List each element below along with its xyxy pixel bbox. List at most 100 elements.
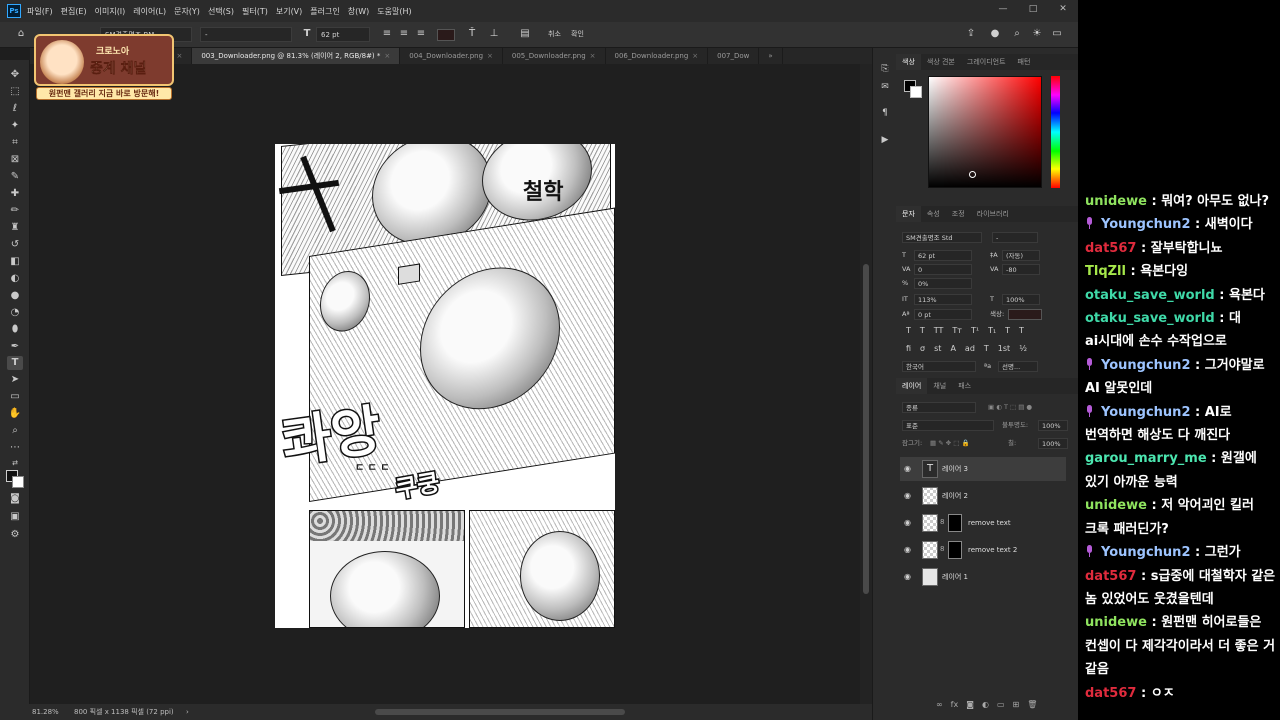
- opacity-field[interactable]: 100%: [1038, 420, 1068, 431]
- eraser-tool-icon[interactable]: ◧: [7, 255, 23, 269]
- chat-username[interactable]: unidewe: [1085, 194, 1147, 209]
- warp-text-icon[interactable]: Ť: [465, 27, 479, 41]
- tab-libraries[interactable]: 라이브러리: [971, 206, 1015, 222]
- close-button[interactable]: ✕: [1048, 0, 1078, 20]
- color-field[interactable]: [928, 76, 1042, 188]
- fg-bg-swatches[interactable]: [904, 80, 924, 100]
- chat-username[interactable]: dat567: [1085, 569, 1136, 584]
- tab-channels[interactable]: 채널: [927, 378, 952, 394]
- superscript-button[interactable]: T¹: [971, 325, 979, 337]
- visibility-eye-icon[interactable]: ◉: [904, 490, 911, 502]
- chat-username[interactable]: Youngchun2: [1101, 545, 1190, 560]
- char-kerning[interactable]: 0: [914, 264, 972, 275]
- menu-image[interactable]: 이미지(I): [95, 6, 126, 17]
- blur-tool-icon[interactable]: ●: [7, 289, 23, 303]
- chat-username[interactable]: Youngchun2: [1101, 405, 1190, 420]
- vertical-scroll-thumb[interactable]: [863, 264, 869, 594]
- document-tab[interactable]: 003_Downloader.png @ 81.3% (레이어 2, RGB/8…: [192, 48, 401, 64]
- close-tab-icon[interactable]: ×: [176, 52, 182, 60]
- notification-icon[interactable]: ●: [988, 27, 1002, 41]
- quick-mask-icon[interactable]: ◙: [7, 492, 23, 506]
- search-icon[interactable]: ⌕: [1010, 27, 1024, 41]
- pen-tool-icon[interactable]: ✒: [7, 340, 23, 354]
- small-caps-button[interactable]: Tт: [952, 325, 962, 337]
- document-tab[interactable]: 004_Downloader.png ×: [400, 48, 503, 64]
- close-tab-icon[interactable]: ×: [590, 52, 596, 60]
- sponge-tool-icon[interactable]: ⬮: [7, 323, 23, 337]
- tab-paths[interactable]: 패스: [952, 378, 977, 394]
- chat-username[interactable]: dat567: [1085, 241, 1136, 256]
- faux-bold-button[interactable]: T: [906, 325, 911, 337]
- chat-username[interactable]: unidewe: [1085, 615, 1147, 630]
- healing-brush-tool-icon[interactable]: ✚: [7, 187, 23, 201]
- char-baseline[interactable]: 0 pt: [914, 309, 972, 320]
- frame-tool-icon[interactable]: ⊠: [7, 153, 23, 167]
- chat-username[interactable]: dat567: [1085, 686, 1136, 701]
- mask-icon[interactable]: ◙: [966, 700, 974, 714]
- menu-edit[interactable]: 편집(E): [61, 6, 87, 17]
- close-tab-icon[interactable]: ×: [692, 52, 698, 60]
- menu-window[interactable]: 창(W): [348, 6, 370, 17]
- mask-link-icon[interactable]: 8: [940, 518, 944, 526]
- tab-color[interactable]: 색상: [896, 54, 921, 70]
- font-style-select[interactable]: -: [200, 27, 292, 42]
- chat-username[interactable]: Youngchun2: [1101, 217, 1190, 232]
- align-left-icon[interactable]: ≡: [380, 27, 394, 41]
- lock-icons[interactable]: ▦ ✎ ✥ ⬚ 🔒: [930, 438, 970, 449]
- document-info[interactable]: 800 픽셀 x 1138 픽셀 (72 ppi): [74, 704, 174, 720]
- commit-label[interactable]: 확인: [571, 27, 584, 42]
- chat-username[interactable]: Youngchun2: [1101, 358, 1190, 373]
- menu-file[interactable]: 파일(F): [27, 6, 53, 17]
- menu-layer[interactable]: 레이어(L): [133, 6, 166, 17]
- layer-mask-thumbnail[interactable]: [948, 514, 962, 532]
- tab-layers[interactable]: 레이어: [896, 378, 928, 394]
- tab-adjustments[interactable]: 조정: [946, 206, 971, 222]
- fractions-button[interactable]: ½: [1019, 343, 1027, 355]
- document-tab[interactable]: 006_Downloader.png ×: [606, 48, 709, 64]
- discover-icon[interactable]: ☀: [1030, 27, 1044, 41]
- text-color-swatch[interactable]: [437, 29, 455, 41]
- brush-tool-icon[interactable]: ✏: [7, 204, 23, 218]
- close-tab-icon[interactable]: ×: [384, 52, 390, 60]
- layer-filter-icons[interactable]: ▣ ◐ T ⬚ ▤ ●: [988, 402, 1032, 413]
- adjust-icon[interactable]: ◐: [982, 700, 989, 714]
- tab-properties[interactable]: 속성: [921, 206, 946, 222]
- horizontal-scroll-thumb[interactable]: [375, 709, 625, 715]
- chat-username[interactable]: TlqZll: [1085, 264, 1126, 279]
- layer-filter-select[interactable]: 종류: [902, 402, 976, 413]
- menu-type[interactable]: 문자(Y): [174, 6, 200, 17]
- status-arrow-icon[interactable]: ›: [186, 704, 189, 720]
- path-selection-tool-icon[interactable]: ➤: [7, 373, 23, 387]
- char-size[interactable]: 62 pt: [914, 250, 972, 261]
- hand-tool-icon[interactable]: ✋: [7, 407, 23, 421]
- dodge-tool-icon[interactable]: ◔: [7, 306, 23, 320]
- menu-select[interactable]: 선택(S): [208, 6, 234, 17]
- maximize-button[interactable]: □: [1018, 0, 1048, 20]
- char-leading[interactable]: (자동): [1002, 250, 1040, 261]
- align-center-icon[interactable]: ≡: [397, 27, 411, 41]
- edit-toolbar-icon[interactable]: ⚙: [7, 528, 23, 542]
- char-tsume[interactable]: 0%: [914, 278, 972, 289]
- subscript-button[interactable]: T₁: [988, 325, 996, 337]
- background-color-swatch[interactable]: [12, 476, 24, 488]
- zoom-level[interactable]: 81.28%: [32, 704, 59, 720]
- faux-italic-button[interactable]: T: [920, 325, 925, 337]
- eyedropper-tool-icon[interactable]: ✎: [7, 170, 23, 184]
- titling-alt-button[interactable]: T: [984, 343, 989, 355]
- more-tools-icon[interactable]: ⋯: [7, 441, 23, 455]
- link-icon[interactable]: ∞: [936, 700, 943, 714]
- visibility-eye-icon[interactable]: ◉: [904, 571, 911, 583]
- marquee-tool-icon[interactable]: ⬚: [7, 85, 23, 99]
- swap-colors-icon[interactable]: ⇄: [7, 456, 23, 470]
- more-tabs-button[interactable]: »: [759, 48, 783, 64]
- visibility-eye-icon[interactable]: ◉: [904, 463, 911, 475]
- char-tracking[interactable]: -80: [1002, 264, 1040, 275]
- vertical-scrollbar[interactable]: [860, 64, 872, 704]
- hue-slider[interactable]: [1051, 76, 1060, 188]
- layer-row[interactable]: ◉ 레이어 1: [900, 565, 1066, 589]
- rectangle-tool-icon[interactable]: ▭: [7, 390, 23, 404]
- background-swatch[interactable]: [910, 86, 922, 98]
- tab-patterns[interactable]: 패턴: [1012, 54, 1037, 70]
- workspace-icon[interactable]: ▭: [1050, 27, 1064, 41]
- minimize-button[interactable]: —: [988, 0, 1018, 20]
